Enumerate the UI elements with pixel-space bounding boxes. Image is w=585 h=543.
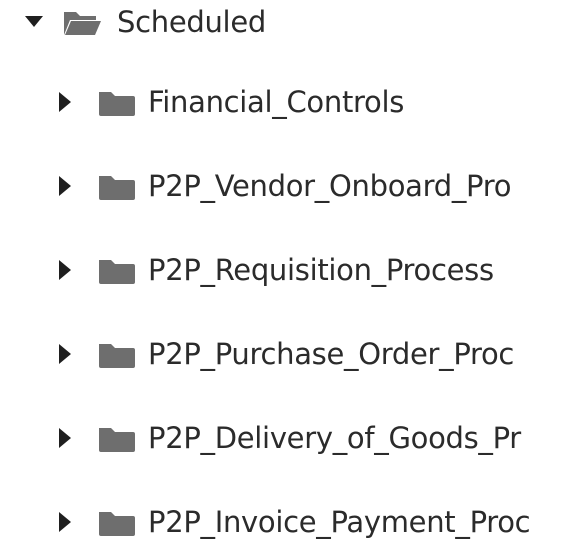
- caret-right-icon[interactable]: [53, 510, 77, 534]
- tree-node-p2p-vendor-onboard[interactable]: P2P_Vendor_Onboard_Pro: [0, 164, 585, 208]
- tree-node-p2p-invoice-payment[interactable]: P2P_Invoice_Payment_Proc: [0, 500, 585, 543]
- tree-node-label: P2P_Requisition_Process: [148, 253, 494, 287]
- tree-node-scheduled[interactable]: Scheduled: [0, 0, 585, 44]
- folder-open-icon: [62, 9, 102, 37]
- caret-right-icon[interactable]: [53, 342, 77, 366]
- folder-icon: [97, 341, 137, 369]
- caret-down-icon[interactable]: [22, 10, 46, 34]
- folder-icon: [97, 257, 137, 285]
- tree-node-p2p-purchase-order[interactable]: P2P_Purchase_Order_Proc: [0, 332, 585, 376]
- caret-right-icon[interactable]: [53, 90, 77, 114]
- caret-right-icon[interactable]: [53, 174, 77, 198]
- tree-node-label: P2P_Invoice_Payment_Proc: [148, 505, 531, 539]
- caret-right-icon[interactable]: [53, 426, 77, 450]
- tree-node-financial-controls[interactable]: Financial_Controls: [0, 80, 585, 124]
- folder-icon: [97, 89, 137, 117]
- tree-node-label: Scheduled: [117, 5, 266, 39]
- folder-tree: Scheduled Financial_Controls P2P_Vendor_: [0, 0, 585, 543]
- folder-icon: [97, 173, 137, 201]
- tree-node-p2p-delivery-of-goods[interactable]: P2P_Delivery_of_Goods_Pr: [0, 416, 585, 460]
- folder-icon: [97, 509, 137, 537]
- tree-node-label: P2P_Purchase_Order_Proc: [148, 337, 515, 371]
- tree-node-label: P2P_Delivery_of_Goods_Pr: [148, 421, 521, 455]
- caret-right-icon[interactable]: [53, 258, 77, 282]
- tree-node-label: Financial_Controls: [148, 85, 405, 119]
- tree-node-p2p-requisition-process[interactable]: P2P_Requisition_Process: [0, 248, 585, 292]
- folder-icon: [97, 425, 137, 453]
- tree-node-label: P2P_Vendor_Onboard_Pro: [148, 169, 512, 203]
